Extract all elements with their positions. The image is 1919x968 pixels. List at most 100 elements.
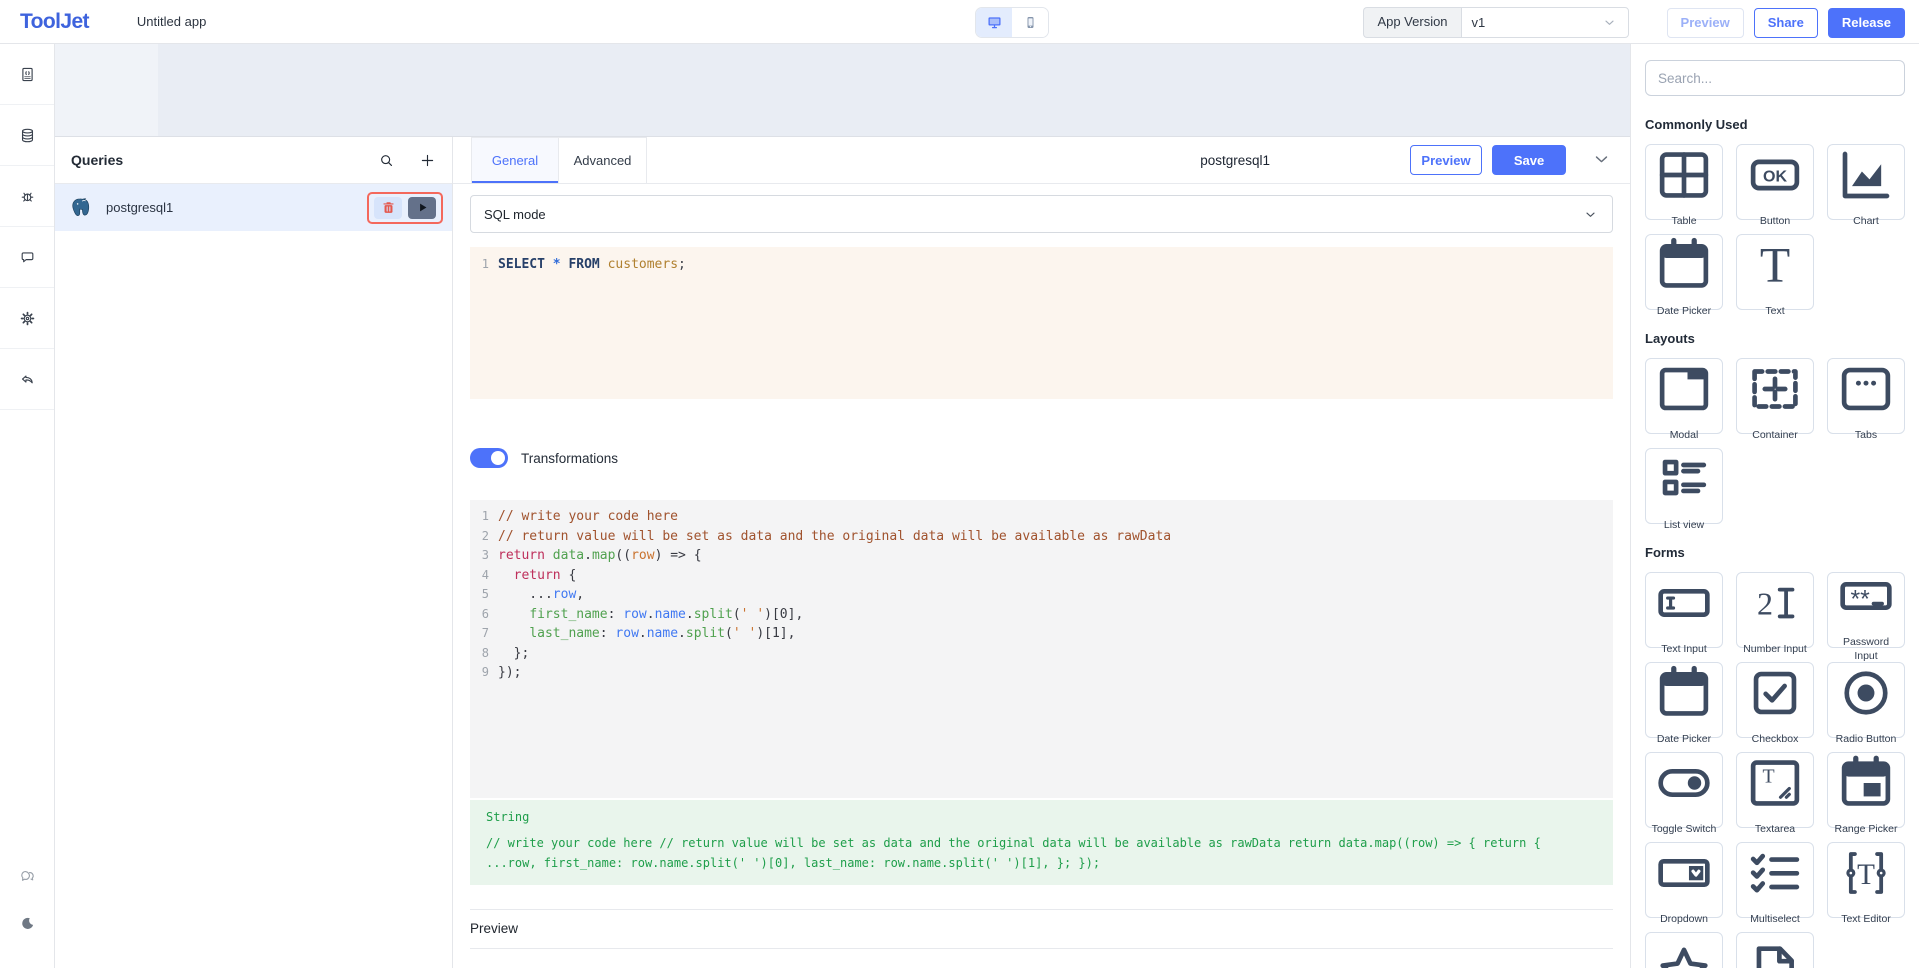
widget-list-view[interactable]: List view (1645, 448, 1723, 524)
delete-query-button[interactable] (374, 197, 402, 219)
widget-label: Text Input (1661, 643, 1707, 656)
widget-search-input[interactable] (1645, 60, 1905, 96)
sidebar-item-settings[interactable] (0, 288, 54, 349)
button-icon: OK (1740, 140, 1810, 210)
app-version-label: App Version (1363, 7, 1460, 38)
left-sidebar (0, 44, 55, 968)
code-line: 4 return { (470, 566, 1613, 586)
query-list-item-postgresql1[interactable]: postgresql1 (55, 184, 452, 231)
number-input-icon: 2 (1740, 568, 1810, 638)
sql-mode-value: SQL mode (484, 207, 546, 222)
device-layout-toggle (975, 7, 1049, 38)
comment-icon (19, 249, 36, 266)
tab-advanced[interactable]: Advanced (559, 137, 647, 183)
collapse-editor-chevron-icon[interactable] (1593, 151, 1610, 168)
add-query-icon[interactable] (419, 152, 436, 169)
search-icon[interactable] (378, 152, 395, 169)
sidebar-item-pages[interactable] (0, 44, 54, 105)
widget-text[interactable]: TText (1736, 234, 1814, 310)
modal-icon (1649, 354, 1719, 424)
svg-text:T: T (1763, 765, 1775, 787)
widget-tabs[interactable]: Tabs (1827, 358, 1905, 434)
share-button[interactable]: Share (1754, 8, 1818, 38)
widget-table[interactable]: Table (1645, 144, 1723, 220)
release-button[interactable]: Release (1828, 8, 1905, 38)
widget-button[interactable]: OKButton (1736, 144, 1814, 220)
preview-button[interactable]: Preview (1667, 8, 1744, 38)
widget-text-input[interactable]: Text Input (1645, 572, 1723, 648)
query-editor-query-name: postgresql1 (1200, 137, 1270, 184)
tooljet-logo: ToolJet (20, 10, 89, 34)
text-editor-icon: T (1831, 838, 1901, 908)
sidebar-item-datasources[interactable] (0, 105, 54, 166)
query-preview-button[interactable]: Preview (1410, 145, 1482, 175)
dropdown-icon (1649, 838, 1719, 908)
code-text: return data.map((row) => { (498, 546, 702, 566)
widget-dropdown[interactable]: Dropdown (1645, 842, 1723, 918)
queries-title: Queries (71, 152, 123, 168)
widget-date-picker[interactable]: Date Picker (1645, 234, 1723, 310)
version-select[interactable]: v1 (1461, 7, 1629, 38)
desktop-layout-button[interactable] (976, 8, 1012, 37)
line-number: 1 (470, 507, 498, 527)
widget-multiselect[interactable]: Multiselect (1736, 842, 1814, 918)
code-text: first_name: row.name.split(' ')[0], (498, 605, 803, 625)
sidebar-item-support[interactable] (19, 868, 36, 885)
widgets-sidebar: Commonly UsedTableOKButtonChartDate Pick… (1630, 44, 1919, 968)
widget-modal[interactable]: Modal (1645, 358, 1723, 434)
widget-label: Range Picker (1834, 823, 1897, 836)
transformations-code-editor[interactable]: 1// write your code here2// return value… (470, 500, 1613, 798)
code-line: 1SELECT * FROM customers; (470, 255, 1613, 275)
app-root: ToolJet Untitled app App Version v1 Prev… (0, 0, 1919, 968)
sql-mode-select[interactable]: SQL mode (470, 195, 1613, 233)
list-view-icon (1649, 444, 1719, 514)
widget-label: Radio Button (1836, 733, 1897, 746)
calendar-icon (1649, 658, 1719, 728)
trash-icon (380, 199, 397, 216)
widget-password-input[interactable]: **Password Input (1827, 572, 1905, 648)
play-icon (414, 199, 431, 216)
app-canvas[interactable] (55, 44, 1630, 137)
widget-number-input[interactable]: 2Number Input (1736, 572, 1814, 648)
sidebar-item-debugger[interactable] (0, 166, 54, 227)
section-title-layouts: Layouts (1645, 331, 1905, 346)
widget-checkbox[interactable]: Checkbox (1736, 662, 1814, 738)
chat-bubbles-icon (19, 868, 36, 885)
topbar-actions: App Version v1 Preview Share Release (1363, 7, 1905, 38)
multiselect-icon (1740, 838, 1810, 908)
widget-label: Container (1752, 429, 1798, 442)
tab-general[interactable]: General (471, 137, 559, 183)
widget-toggle-switch[interactable]: Toggle Switch (1645, 752, 1723, 828)
query-save-button[interactable]: Save (1492, 145, 1566, 175)
widget-label: Chart (1853, 215, 1879, 228)
sql-code-editor[interactable]: 1SELECT * FROM customers; (470, 247, 1613, 399)
code-line: 7 last_name: row.name.split(' ')[1], (470, 624, 1613, 644)
widget-container[interactable]: Container (1736, 358, 1814, 434)
line-number: 6 (470, 605, 498, 625)
widget-textarea[interactable]: TTextarea (1736, 752, 1814, 828)
transformations-toggle[interactable] (470, 448, 508, 468)
code-line: 3return data.map((row) => { (470, 546, 1613, 566)
star-icon (1649, 937, 1719, 968)
widget-label: Text (1765, 305, 1784, 318)
widget-range-picker[interactable]: Range Picker (1827, 752, 1905, 828)
database-icon (19, 127, 36, 144)
sidebar-item-undo[interactable] (0, 349, 54, 410)
widget-label: Date Picker (1657, 733, 1711, 746)
app-title[interactable]: Untitled app (137, 14, 206, 29)
sidebar-item-comments[interactable] (0, 227, 54, 288)
widget-partial-file[interactable] (1736, 932, 1814, 968)
run-query-button[interactable] (408, 197, 436, 219)
widget-label: Toggle Switch (1652, 823, 1717, 836)
textarea-icon: T (1740, 748, 1810, 818)
mobile-layout-button[interactable] (1012, 8, 1048, 37)
widget-date-picker[interactable]: Date Picker (1645, 662, 1723, 738)
widget-text-editor[interactable]: TText Editor (1827, 842, 1905, 918)
widget-radio-button[interactable]: Radio Button (1827, 662, 1905, 738)
widget-chart[interactable]: Chart (1827, 144, 1905, 220)
widget-label: Modal (1670, 429, 1699, 442)
topbar: ToolJet Untitled app App Version v1 Prev… (0, 0, 1919, 44)
widget-partial-star[interactable] (1645, 932, 1723, 968)
canvas-left-region (55, 44, 158, 136)
sidebar-item-dark-mode[interactable] (19, 915, 36, 932)
